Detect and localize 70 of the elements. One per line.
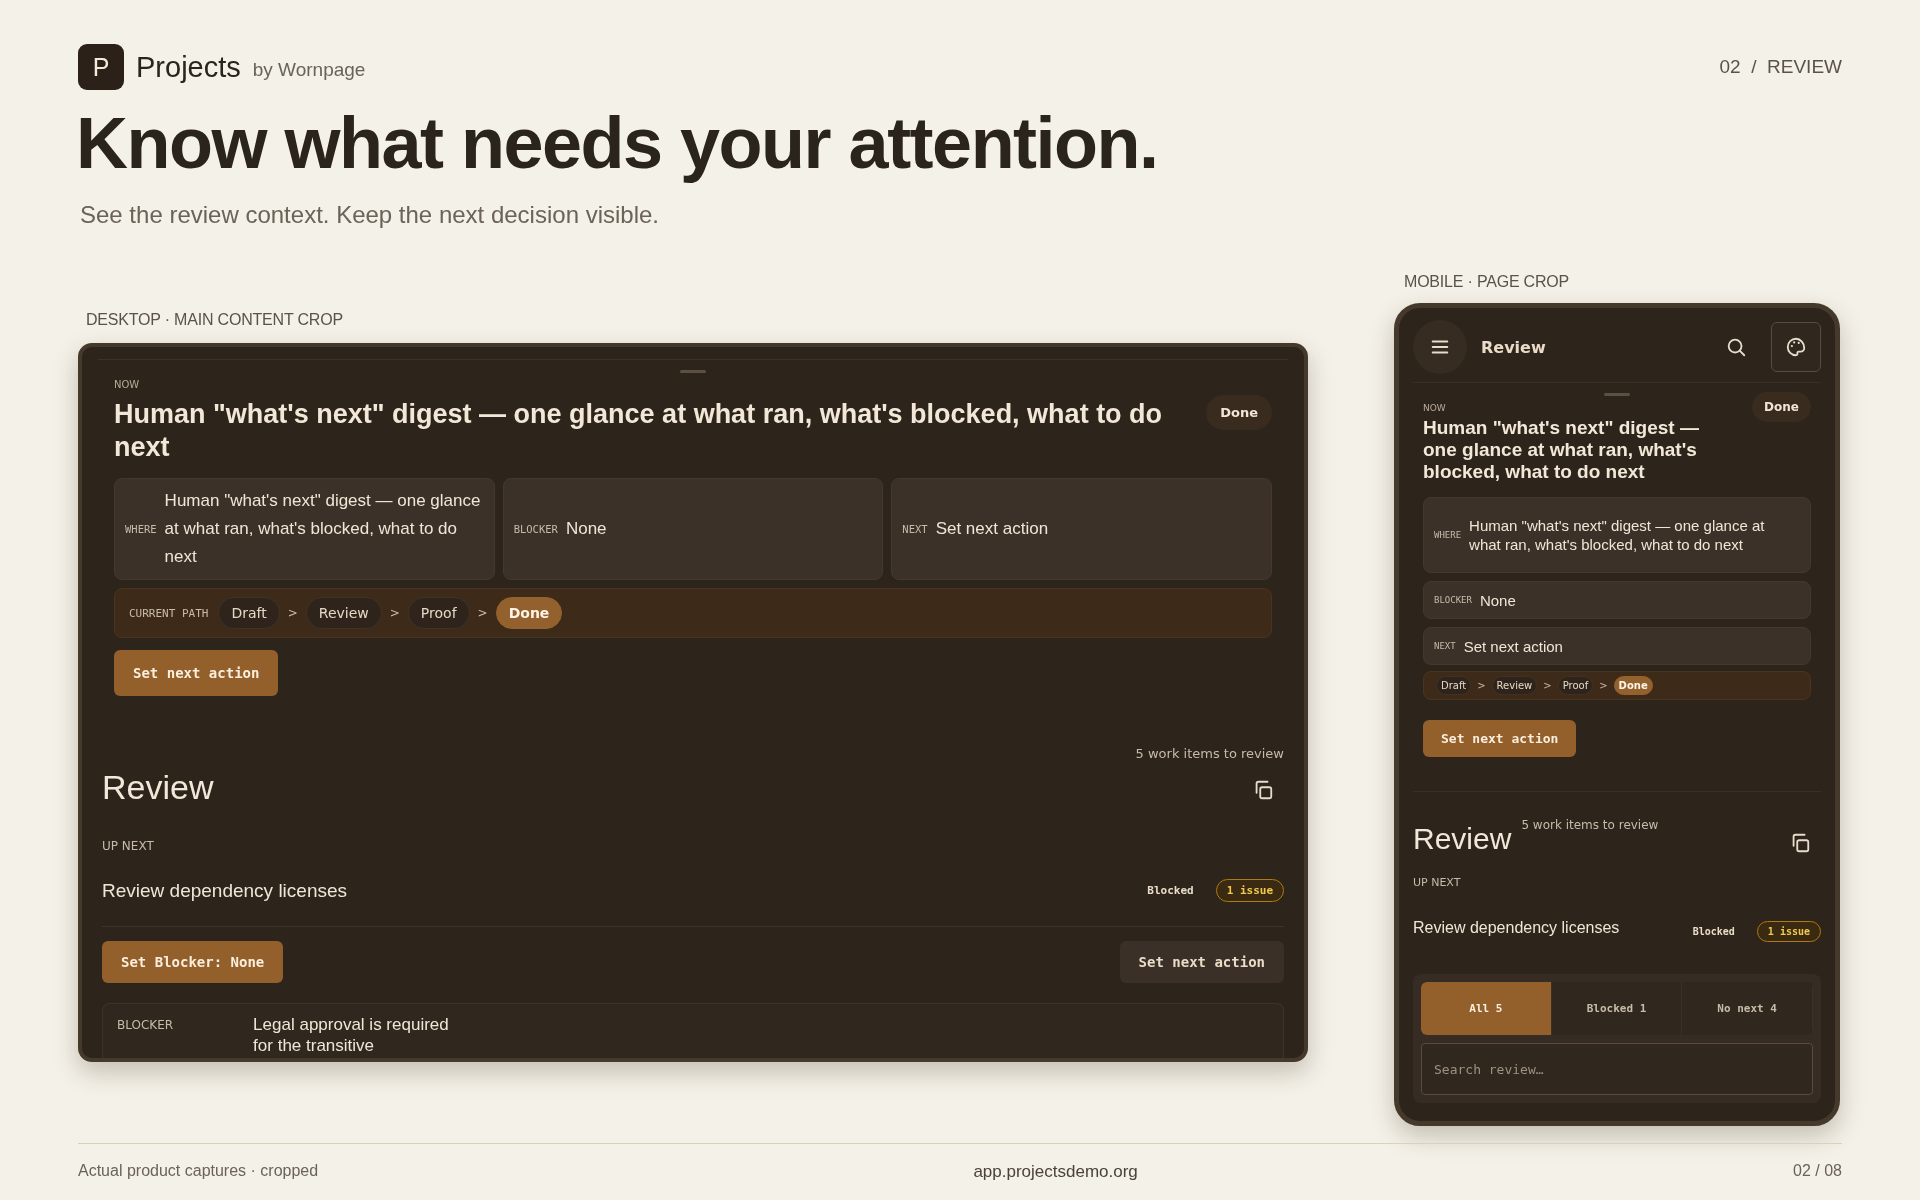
fact-value: Human "what's next" digest — one glance at what ran, what's blocked, what to do next [1469,516,1766,555]
section-label: UP NEXT [1413,876,1462,890]
fact-label: BLOCKER [1434,595,1472,606]
path-step[interactable]: Proof [407,597,470,630]
footer-note: Actual product captures · cropped [78,1162,319,1181]
subtitle: See the review context. Keep the next decision visible. [80,201,660,230]
drag-handle[interactable] [1604,393,1630,397]
review-heading: Review [102,768,214,808]
detail-label: BLOCKER [117,1017,174,1035]
brand-name: Projects [136,50,241,84]
detail-value: Legal approval is required for the transitive [253,1014,450,1057]
theme-button[interactable] [1771,322,1821,373]
fact-value: None [1479,590,1516,610]
page-marker: 02 / REVIEW [1719,56,1842,78]
issue-badge: 1 issue [1215,879,1284,903]
page-number: 02 / 08 [1793,1162,1842,1181]
next-action-button[interactable]: Set next action [114,650,279,697]
task-title: Human "what's next" digest — one glance at what ran, what's blocked, what to do next [114,398,1164,465]
path-separator: > [1543,680,1552,692]
section-label: UP NEXT [102,839,155,854]
logo: P [78,44,124,90]
status-pill: Done [1752,392,1811,423]
palette-icon [1785,336,1807,359]
path-separator: > [1599,680,1608,692]
item-count: 5 work items to review [1521,818,1659,833]
fact-label: BLOCKER [513,523,558,536]
path-separator: > [389,606,400,621]
path-step[interactable]: Proof [1557,676,1594,696]
fact-value: Set next action [1463,636,1563,656]
review-heading: Review [1413,822,1512,857]
caption: DESKTOP · MAIN CONTENT CROP [86,311,344,330]
caption: MOBILE · PAGE CROP [1404,273,1571,292]
fact-label: WHERE [1434,530,1462,541]
screen-title: Review [1481,337,1547,357]
fact-value: Set next action [935,518,1049,541]
status-label: Blocked [1147,884,1194,898]
search-icon[interactable] [1725,336,1747,359]
filter-tab[interactable]: All 5 [1421,982,1552,1036]
path-step[interactable]: Draft [1436,676,1472,696]
issue-badge: 1 issue [1756,921,1821,943]
item-title: Review dependency licenses [1413,918,1620,937]
next-action-button[interactable]: Set next action [1423,720,1577,758]
set-blocker-button[interactable]: Set Blocker: None [102,941,284,984]
status-label: Blocked [1692,926,1735,938]
next-action-button[interactable]: Set next action [1119,941,1284,984]
path-separator: > [287,606,298,621]
path-step[interactable]: Review [305,597,382,630]
drag-handle[interactable] [680,370,706,374]
headline: Know what needs your attention. [76,104,1159,184]
fact-value: None [565,518,607,541]
search-field[interactable]: Search review… [1421,1043,1813,1096]
status-pill: Done [1206,395,1272,431]
path-separator: > [477,606,488,621]
path-step[interactable]: Draft [218,597,280,630]
path-step[interactable]: Done [495,597,563,630]
footer-url: app.projectsdemo.org [973,1162,1138,1182]
item-count: 5 work items to review [1135,746,1284,762]
fact-label: NEXT [1434,641,1456,652]
fact-label: WHERE [125,523,157,536]
section-label: NOW [1423,403,1446,414]
task-title: Human "what's next" digest — one glance at what ran, what's blocked, what to do next [1423,417,1700,484]
path-step[interactable]: Done [1613,676,1653,696]
path-step[interactable]: Review [1491,676,1538,696]
fact-label: NEXT [902,523,928,536]
section-label: NOW [114,379,140,391]
path-separator: > [1477,680,1486,692]
byline: by Wornpage [252,59,366,81]
fact-value: Human "what's next" digest — one glance at what ran, what's blocked, what to do next [164,490,482,569]
item-title: Review dependency licenses [102,879,348,902]
path-label: CURRENT PATH [129,606,209,620]
